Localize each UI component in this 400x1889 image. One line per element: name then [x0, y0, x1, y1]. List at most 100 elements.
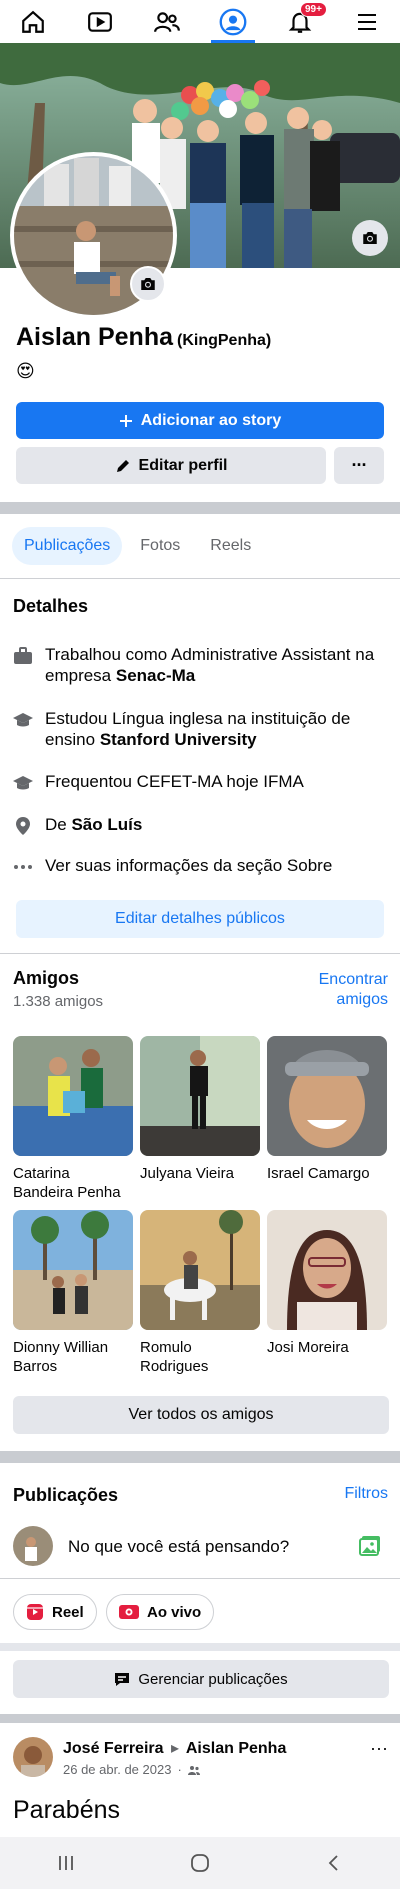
plus-icon	[119, 414, 132, 427]
profile-name-text: Aislan Penha	[16, 323, 173, 351]
friend-name: Julyana Vieira	[140, 1165, 234, 1182]
friends-icon	[153, 11, 180, 32]
more-options-button[interactable]: ···	[334, 447, 384, 484]
friend-name: Israel Camargo	[267, 1165, 370, 1182]
friend-photo	[267, 1036, 387, 1156]
friend-card[interactable]: Israel Camargo	[267, 1036, 387, 1183]
tab-reels[interactable]: Reels	[198, 527, 263, 565]
post-text: Parabéns	[13, 1796, 121, 1824]
reel-icon	[27, 1604, 43, 1620]
post-dot-separator: ·	[177, 1762, 182, 1777]
detail-hometown-text: De São Luís	[45, 815, 143, 834]
friends-count: 1.338 amigos	[13, 993, 104, 1010]
friend-name: Josi Moreira	[267, 1339, 349, 1356]
edit-profile-button[interactable]: Editar perfil	[16, 447, 326, 484]
nav-notifications[interactable]: 99+	[276, 0, 327, 43]
recent-apps-icon[interactable]	[56, 1853, 76, 1873]
nav-menu[interactable]	[343, 0, 391, 43]
graduation-cap-icon	[13, 776, 33, 790]
profile-tabs: Publicações Fotos Reels	[12, 527, 263, 565]
post-author-avatar[interactable]	[13, 1737, 53, 1777]
menu-icon	[357, 13, 376, 30]
friend-name: Dionny Willian Barros	[13, 1339, 109, 1375]
see-all-friends-button[interactable]: Ver todos os amigos	[13, 1396, 389, 1434]
camera-icon	[141, 278, 155, 290]
camera-icon	[363, 232, 377, 244]
avatar	[13, 1526, 53, 1566]
nav-video[interactable]	[76, 0, 124, 43]
live-label: Ao vivo	[147, 1603, 202, 1621]
nav-friends[interactable]	[143, 0, 191, 43]
edit-cover-button[interactable]	[352, 220, 388, 256]
see-about-link[interactable]: Ver suas informações da seção Sobre	[13, 855, 393, 877]
filters-link[interactable]: Filtros	[344, 1485, 388, 1503]
separator	[0, 1578, 400, 1579]
edit-profile-picture-button[interactable]	[130, 266, 166, 302]
see-about-text: Ver suas informações da seção Sobre	[45, 856, 333, 875]
add-to-story-button[interactable]: Adicionar ao story	[16, 402, 384, 439]
detail-education: Estudou Língua inglesa na instituição de…	[13, 708, 393, 750]
live-video-icon	[119, 1605, 139, 1619]
photo-icon[interactable]	[358, 1534, 382, 1558]
detail-hometown: De São Luís	[13, 814, 393, 836]
friend-card[interactable]: Catarina Bandeira Penha	[13, 1036, 133, 1202]
nav-home[interactable]	[9, 0, 57, 43]
home-icon	[22, 10, 45, 33]
section-divider	[0, 1451, 400, 1463]
detail-education-text: Estudou Língua inglesa na instituição de…	[45, 709, 351, 749]
profile-name: Aislan Penha (KingPenha)	[16, 323, 271, 352]
tab-photos[interactable]: Fotos	[128, 527, 192, 565]
section-divider	[0, 502, 400, 514]
friend-card[interactable]: Romulo Rodrigues	[140, 1210, 260, 1376]
friend-photo	[13, 1210, 133, 1330]
post-arrow-icon: ▸	[170, 1740, 179, 1757]
manage-posts-button[interactable]: Gerenciar publicações	[13, 1660, 389, 1698]
edit-profile-label: Editar perfil	[138, 456, 228, 474]
reel-button[interactable]: Reel	[13, 1594, 97, 1630]
friends-title: Amigos	[13, 968, 80, 988]
video-icon	[88, 11, 112, 32]
friend-card[interactable]: Julyana Vieira	[140, 1036, 260, 1183]
friend-photo	[267, 1210, 387, 1330]
profile-icon	[219, 8, 247, 35]
separator	[0, 578, 400, 579]
section-divider	[0, 1643, 400, 1651]
more-dots-icon	[14, 865, 32, 869]
tab-posts[interactable]: Publicações	[12, 527, 123, 565]
friend-photo	[13, 1036, 133, 1156]
post-date[interactable]: 26 de abr. de 2023	[63, 1762, 171, 1777]
detail-work-text: Trabalhou como Administrative Assistant …	[45, 645, 375, 685]
briefcase-icon	[14, 647, 32, 664]
post-author-name[interactable]: José Ferreira	[63, 1740, 164, 1757]
reel-label: Reel	[52, 1603, 84, 1621]
add-to-story-label: Adicionar ao story	[140, 411, 282, 429]
manage-posts-label: Gerenciar publicações	[138, 1670, 288, 1688]
system-navigation-bar	[0, 1837, 400, 1889]
detail-attended-text: Frequentou CEFET-MA hoje IFMA	[45, 772, 304, 791]
find-friends-link[interactable]: Encontrar amigos	[319, 970, 388, 1010]
separator	[0, 953, 400, 954]
friend-name: Catarina Bandeira Penha	[13, 1165, 121, 1201]
friend-card[interactable]: Dionny Willian Barros	[13, 1210, 133, 1376]
post-target-name[interactable]: Aislan Penha	[186, 1740, 286, 1757]
friend-name: Romulo Rodrigues	[140, 1339, 209, 1375]
friend-card[interactable]: Josi Moreira	[267, 1210, 387, 1357]
chat-bubble-icon	[115, 1673, 130, 1686]
details-title: Detalhes	[13, 596, 89, 616]
live-button[interactable]: Ao vivo	[106, 1594, 215, 1630]
back-icon[interactable]	[324, 1853, 344, 1873]
posts-title: Publicações	[13, 1485, 119, 1505]
edit-public-details-button[interactable]: Editar detalhes públicos	[16, 900, 384, 938]
pencil-icon	[116, 459, 129, 472]
post-options-button[interactable]: ···	[370, 1738, 388, 1759]
home-button-icon[interactable]	[189, 1852, 211, 1874]
graduation-cap-icon	[13, 713, 33, 727]
composer-input[interactable]: No que você está pensando?	[68, 1537, 289, 1557]
top-navigation-bar: 99+	[0, 0, 400, 43]
friend-photo	[140, 1036, 260, 1156]
nav-profile[interactable]	[209, 0, 257, 43]
more-options-icon: ···	[351, 455, 368, 475]
friends-audience-icon	[187, 1765, 200, 1775]
location-pin-icon	[16, 817, 30, 835]
detail-work: Trabalhou como Administrative Assistant …	[13, 644, 393, 686]
